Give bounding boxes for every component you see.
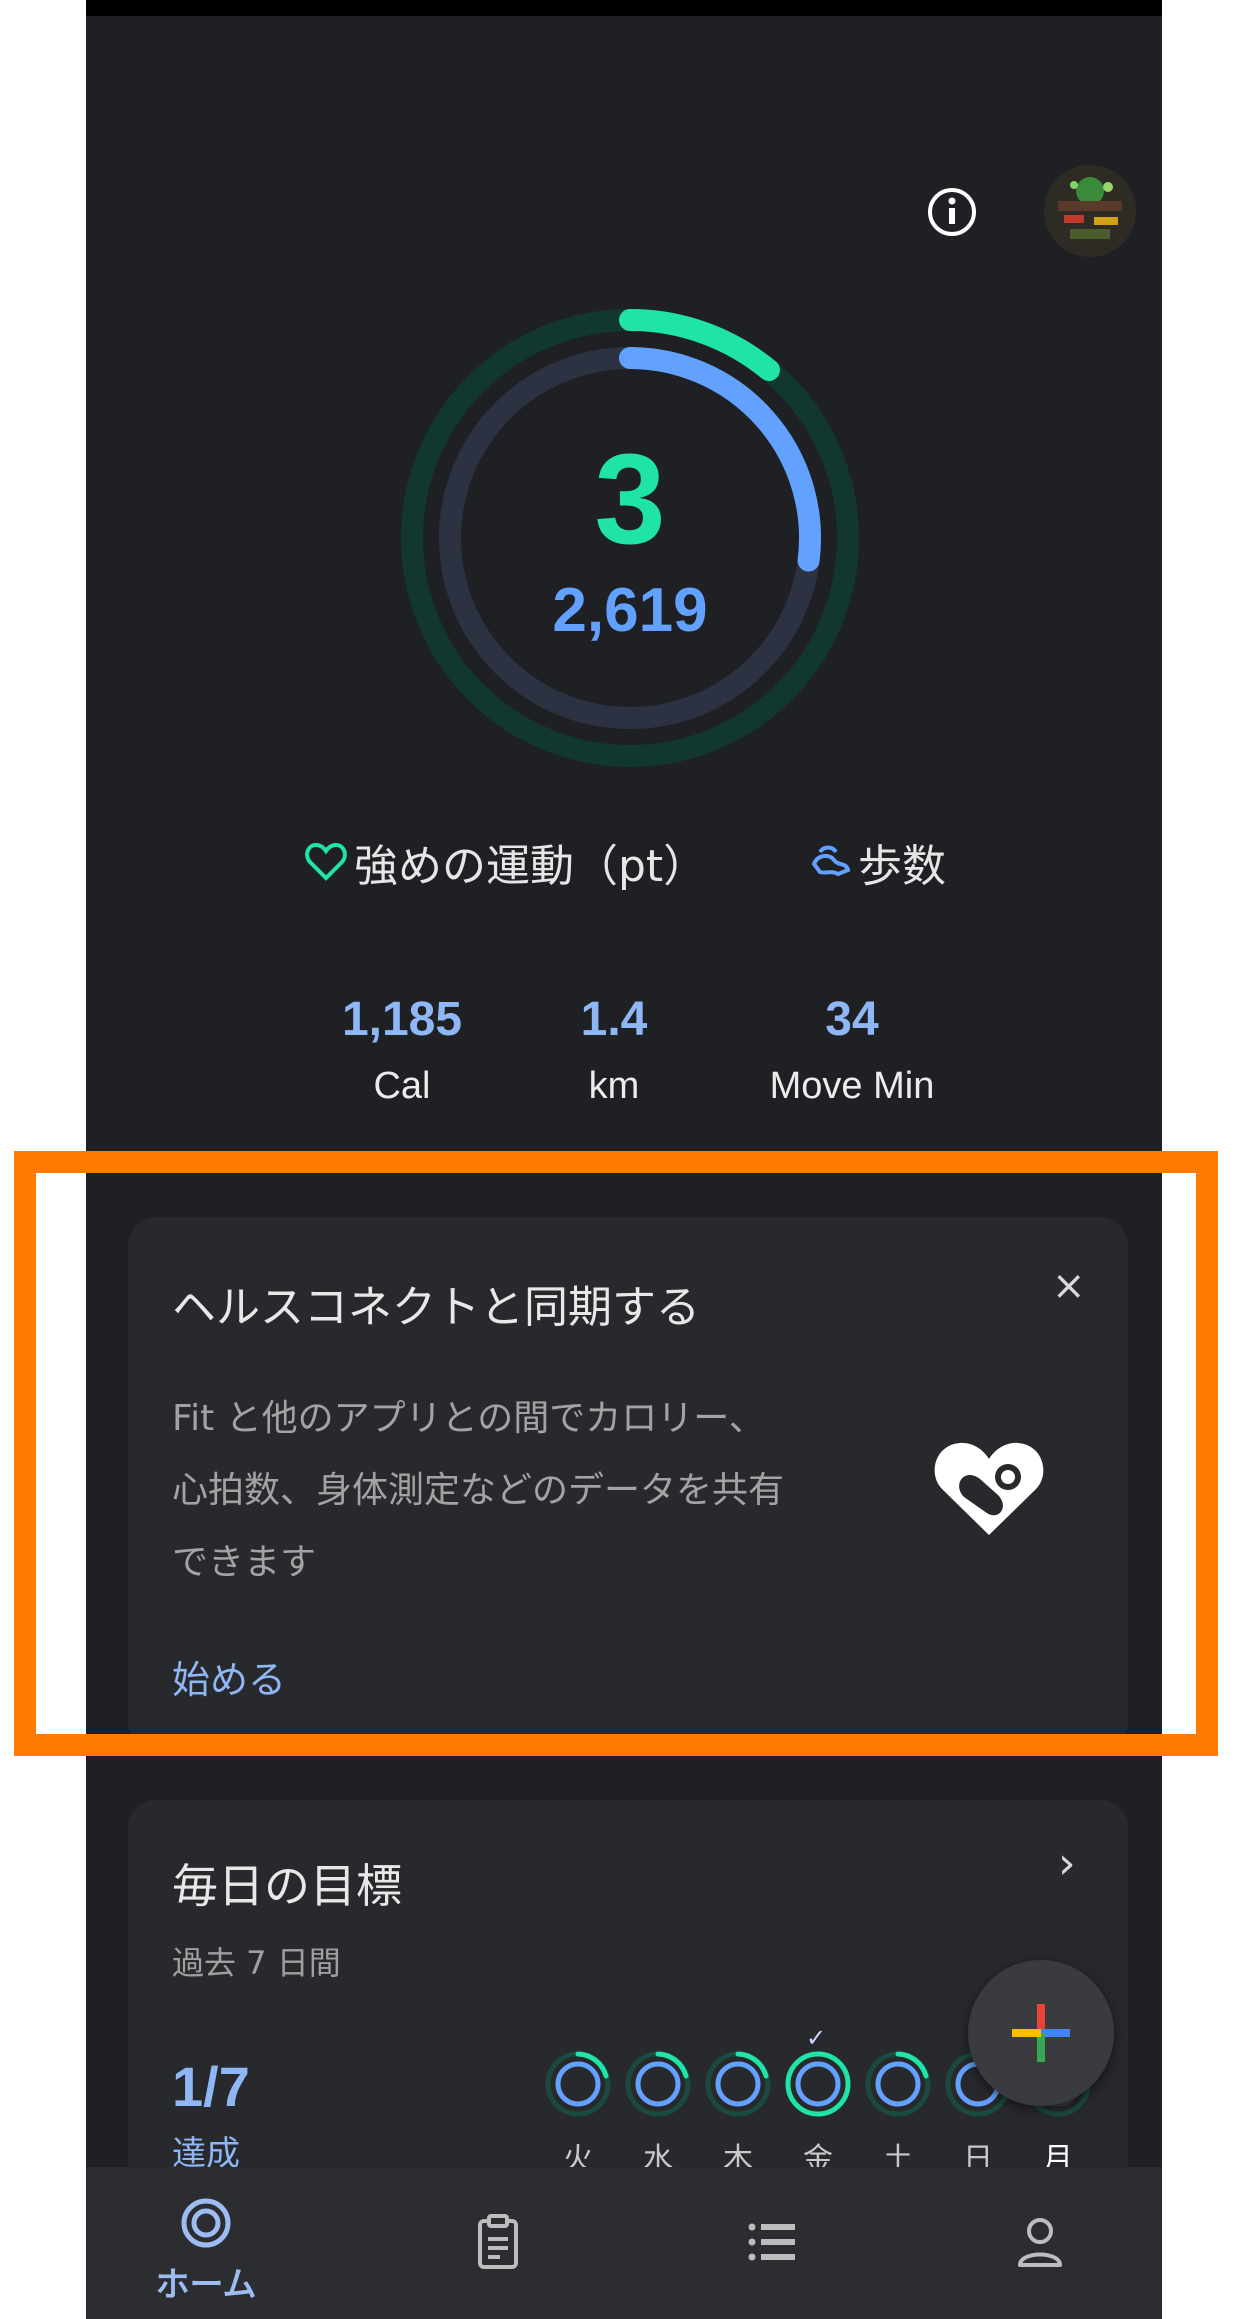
calories-label: Cal — [373, 1065, 431, 1107]
move-minutes-value: 34 — [825, 993, 879, 1046]
heart-points-icon — [305, 842, 347, 881]
day-goal: 火 — [544, 2030, 612, 2177]
highlight-box — [14, 1151, 1218, 1756]
heart-points-legend: 強めの運動（pt） — [304, 830, 707, 894]
chevron-right-icon[interactable]: › — [1058, 1838, 1076, 1889]
calories-stat: 1,185 Cal — [312, 992, 492, 1110]
bottom-navigation: ホーム — [86, 2167, 1162, 2319]
steps-legend: 歩数 — [808, 830, 946, 894]
distance-value: 1.4 — [580, 993, 648, 1046]
info-button[interactable] — [926, 186, 978, 238]
status-bar — [86, 0, 1162, 16]
avatar[interactable] — [1044, 165, 1136, 257]
nav-browse[interactable] — [692, 2217, 852, 2271]
steps-label: 歩数 — [858, 841, 946, 892]
plus-icon — [1012, 2004, 1070, 2062]
move-minutes-label: Move Min — [769, 1065, 935, 1107]
heart-points-label: 強めの運動（pt） — [354, 841, 708, 892]
day-goal-ring — [785, 2051, 851, 2117]
profile-icon — [1018, 2218, 1062, 2267]
day-goal: 土 — [864, 2030, 932, 2177]
day-goal: 木 — [704, 2030, 772, 2177]
day-goal-ring — [705, 2051, 771, 2117]
distance-label: km — [588, 1065, 640, 1107]
nav-profile[interactable] — [960, 2213, 1120, 2275]
heart-points-value: 3 — [594, 428, 666, 571]
info-icon — [928, 188, 976, 236]
check-icon: ✓ — [806, 2024, 827, 2052]
calories-value: 1,185 — [341, 993, 463, 1046]
move-minutes-stat: 34 Move Min — [732, 992, 972, 1110]
steps-icon — [811, 845, 851, 877]
day-goal: 水 — [624, 2030, 692, 2177]
add-button[interactable] — [968, 1960, 1114, 2106]
day-goal-ring — [545, 2051, 611, 2117]
nav-home[interactable]: ホーム — [126, 2195, 286, 2306]
steps-value: 2,619 — [552, 576, 708, 645]
distance-stat: 1.4 km — [544, 992, 684, 1110]
activity-ring[interactable]: 3 2,619 — [400, 308, 860, 768]
card-title: 毎日の目標 — [172, 1859, 402, 1913]
avatar-image — [1044, 165, 1136, 257]
nav-home-label: ホーム — [155, 2265, 257, 2305]
goals-achieved-count: 1/7 — [172, 2055, 250, 2118]
day-goal-ring — [865, 2051, 931, 2117]
journal-icon — [478, 2214, 518, 2269]
browse-icon — [748, 2223, 795, 2261]
day-goal: ✓ 金 — [784, 2024, 852, 2177]
card-subtitle: 過去 7 日間 — [172, 1944, 341, 1982]
home-icon — [181, 2198, 231, 2248]
nav-journal[interactable] — [418, 2213, 578, 2277]
day-goal-ring — [625, 2051, 691, 2117]
